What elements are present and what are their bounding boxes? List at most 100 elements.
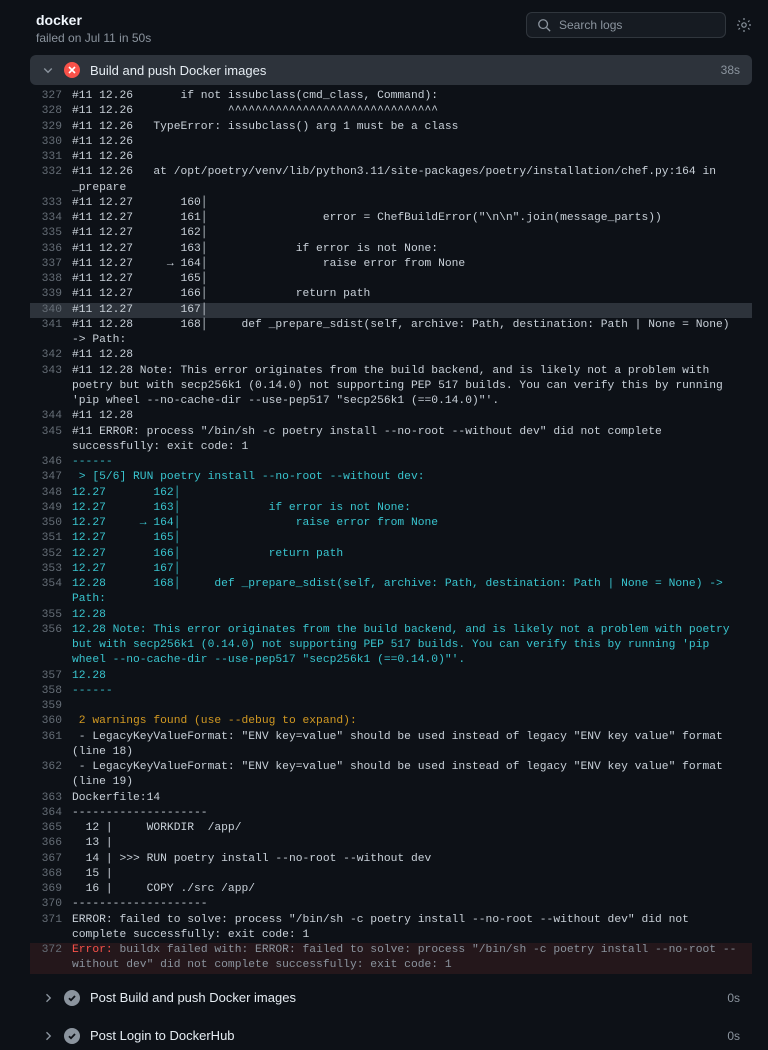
log-line[interactable]: 35312.27 167│ (30, 562, 752, 577)
line-content: 12.28 (72, 608, 740, 623)
line-number: 357 (30, 669, 72, 684)
log-line[interactable]: 359 (30, 699, 752, 714)
substep-title: Post Login to DockerHub (90, 1028, 235, 1043)
log-line[interactable]: 335#11 12.27 162│ (30, 226, 752, 241)
log-line[interactable]: 333#11 12.27 160│ (30, 196, 752, 211)
line-content: 14 | >>> RUN poetry install --no-root --… (72, 852, 740, 867)
log-line[interactable]: 344#11 12.28 (30, 409, 752, 424)
substep-duration: 0s (727, 991, 740, 1005)
step-build-and-push[interactable]: Build and push Docker images 38s (30, 55, 752, 85)
line-content: -------------------- (72, 806, 740, 821)
log-line[interactable]: 340#11 12.27 167│ (30, 303, 752, 318)
log-line[interactable]: 358------ (30, 684, 752, 699)
log-line[interactable]: 360 2 warnings found (use --debug to exp… (30, 714, 752, 729)
gear-icon (736, 17, 752, 33)
log-line[interactable]: 35212.27 166│ return path (30, 547, 752, 562)
substep-title: Post Build and push Docker images (90, 990, 296, 1005)
line-number: 358 (30, 684, 72, 699)
log-line[interactable]: 339#11 12.27 166│ return path (30, 287, 752, 302)
log-line[interactable]: 34812.27 162│ (30, 486, 752, 501)
settings-button[interactable] (736, 17, 752, 33)
log-line[interactable]: 343#11 12.28 Note: This error originates… (30, 364, 752, 410)
search-input[interactable] (559, 18, 715, 32)
log-line[interactable]: 367 14 | >>> RUN poetry install --no-roo… (30, 852, 752, 867)
log-line[interactable]: 362 - LegacyKeyValueFormat: "ENV key=val… (30, 760, 752, 791)
line-content: #11 12.28 168│ def _prepare_sdist(self, … (72, 318, 740, 349)
log-line[interactable]: 368 15 | (30, 867, 752, 882)
line-number: 330 (30, 135, 72, 150)
line-number: 352 (30, 547, 72, 562)
log-line[interactable]: 35112.27 165│ (30, 531, 752, 546)
line-number: 363 (30, 791, 72, 806)
line-number: 372 (30, 943, 72, 958)
line-number: 332 (30, 165, 72, 180)
log-line[interactable]: 365 12 | WORKDIR /app/ (30, 821, 752, 836)
log-line[interactable]: 347 > [5/6] RUN poetry install --no-root… (30, 470, 752, 485)
step-duration: 38s (721, 63, 740, 77)
log-line[interactable]: 35512.28 (30, 608, 752, 623)
log-line[interactable]: 345#11 ERROR: process "/bin/sh -c poetry… (30, 425, 752, 456)
line-content: #11 12.27 163│ if error is not None: (72, 242, 740, 257)
line-content: 12.28 168│ def _prepare_sdist(self, arch… (72, 577, 740, 608)
log-line[interactable]: 361 - LegacyKeyValueFormat: "ENV key=val… (30, 730, 752, 761)
log-line[interactable]: 334#11 12.27 161│ error = ChefBuildError… (30, 211, 752, 226)
line-content: Dockerfile:14 (72, 791, 740, 806)
log-line[interactable]: 336#11 12.27 163│ if error is not None: (30, 242, 752, 257)
log-line[interactable]: 342#11 12.28 (30, 348, 752, 363)
log-line[interactable]: 328#11 12.26 ^^^^^^^^^^^^^^^^^^^^^^^^^^^… (30, 104, 752, 119)
chevron-right-icon (42, 992, 54, 1004)
line-content: 12.27 163│ if error is not None: (72, 501, 740, 516)
collapsed-step[interactable]: Post Login to DockerHub 0s (30, 1022, 752, 1050)
log-line[interactable]: 35612.28 Note: This error originates fro… (30, 623, 752, 669)
collapsed-step[interactable]: Post Build and push Docker images 0s (30, 984, 752, 1012)
line-content: > [5/6] RUN poetry install --no-root --w… (72, 470, 740, 485)
line-number: 365 (30, 821, 72, 836)
log-line[interactable]: 330#11 12.26 (30, 135, 752, 150)
log-line[interactable]: 341#11 12.28 168│ def _prepare_sdist(sel… (30, 318, 752, 349)
line-number: 360 (30, 714, 72, 729)
line-content: #11 12.27 166│ return path (72, 287, 740, 302)
log-line[interactable]: 35712.28 (30, 669, 752, 684)
log-line[interactable]: 363Dockerfile:14 (30, 791, 752, 806)
log-line[interactable]: 34912.27 163│ if error is not None: (30, 501, 752, 516)
log-line[interactable]: 329#11 12.26 TypeError: issubclass() arg… (30, 120, 752, 135)
log-line[interactable]: 369 16 | COPY ./src /app/ (30, 882, 752, 897)
line-number: 350 (30, 516, 72, 531)
log-viewer[interactable]: 327#11 12.26 if not issubclass(cmd_class… (30, 89, 752, 974)
line-number: 338 (30, 272, 72, 287)
line-number: 331 (30, 150, 72, 165)
line-number: 370 (30, 897, 72, 912)
line-number: 362 (30, 760, 72, 775)
log-line[interactable]: 332#11 12.26 at /opt/poetry/venv/lib/pyt… (30, 165, 752, 196)
line-number: 329 (30, 120, 72, 135)
log-line[interactable]: 372Error: buildx failed with: ERROR: fai… (30, 943, 752, 974)
log-line[interactable]: 364-------------------- (30, 806, 752, 821)
log-line[interactable]: 366 13 | (30, 836, 752, 851)
step-left: Build and push Docker images (42, 62, 266, 78)
log-line[interactable]: 346------ (30, 455, 752, 470)
line-number: 349 (30, 501, 72, 516)
line-content: 16 | COPY ./src /app/ (72, 882, 740, 897)
line-number: 351 (30, 531, 72, 546)
log-line[interactable]: 337#11 12.27 → 164│ raise error from Non… (30, 257, 752, 272)
line-content: 13 | (72, 836, 740, 851)
line-content: ------ (72, 684, 740, 699)
log-line[interactable]: 35012.27 → 164│ raise error from None (30, 516, 752, 531)
log-line[interactable]: 370-------------------- (30, 897, 752, 912)
line-number: 359 (30, 699, 72, 714)
line-number: 339 (30, 287, 72, 302)
search-logs-box[interactable] (526, 12, 726, 38)
log-line[interactable]: 371ERROR: failed to solve: process "/bin… (30, 913, 752, 944)
log-line[interactable]: 338#11 12.27 165│ (30, 272, 752, 287)
status-ok-icon (64, 1028, 80, 1044)
line-number: 371 (30, 913, 72, 928)
log-line[interactable]: 35412.28 168│ def _prepare_sdist(self, a… (30, 577, 752, 608)
line-content: - LegacyKeyValueFormat: "ENV key=value" … (72, 760, 740, 791)
line-content: 2 warnings found (use --debug to expand)… (72, 714, 740, 729)
log-line[interactable]: 327#11 12.26 if not issubclass(cmd_class… (30, 89, 752, 104)
log-line[interactable]: 331#11 12.26 (30, 150, 752, 165)
line-number: 333 (30, 196, 72, 211)
line-content: -------------------- (72, 897, 740, 912)
line-content: #11 12.28 (72, 409, 740, 424)
line-number: 369 (30, 882, 72, 897)
